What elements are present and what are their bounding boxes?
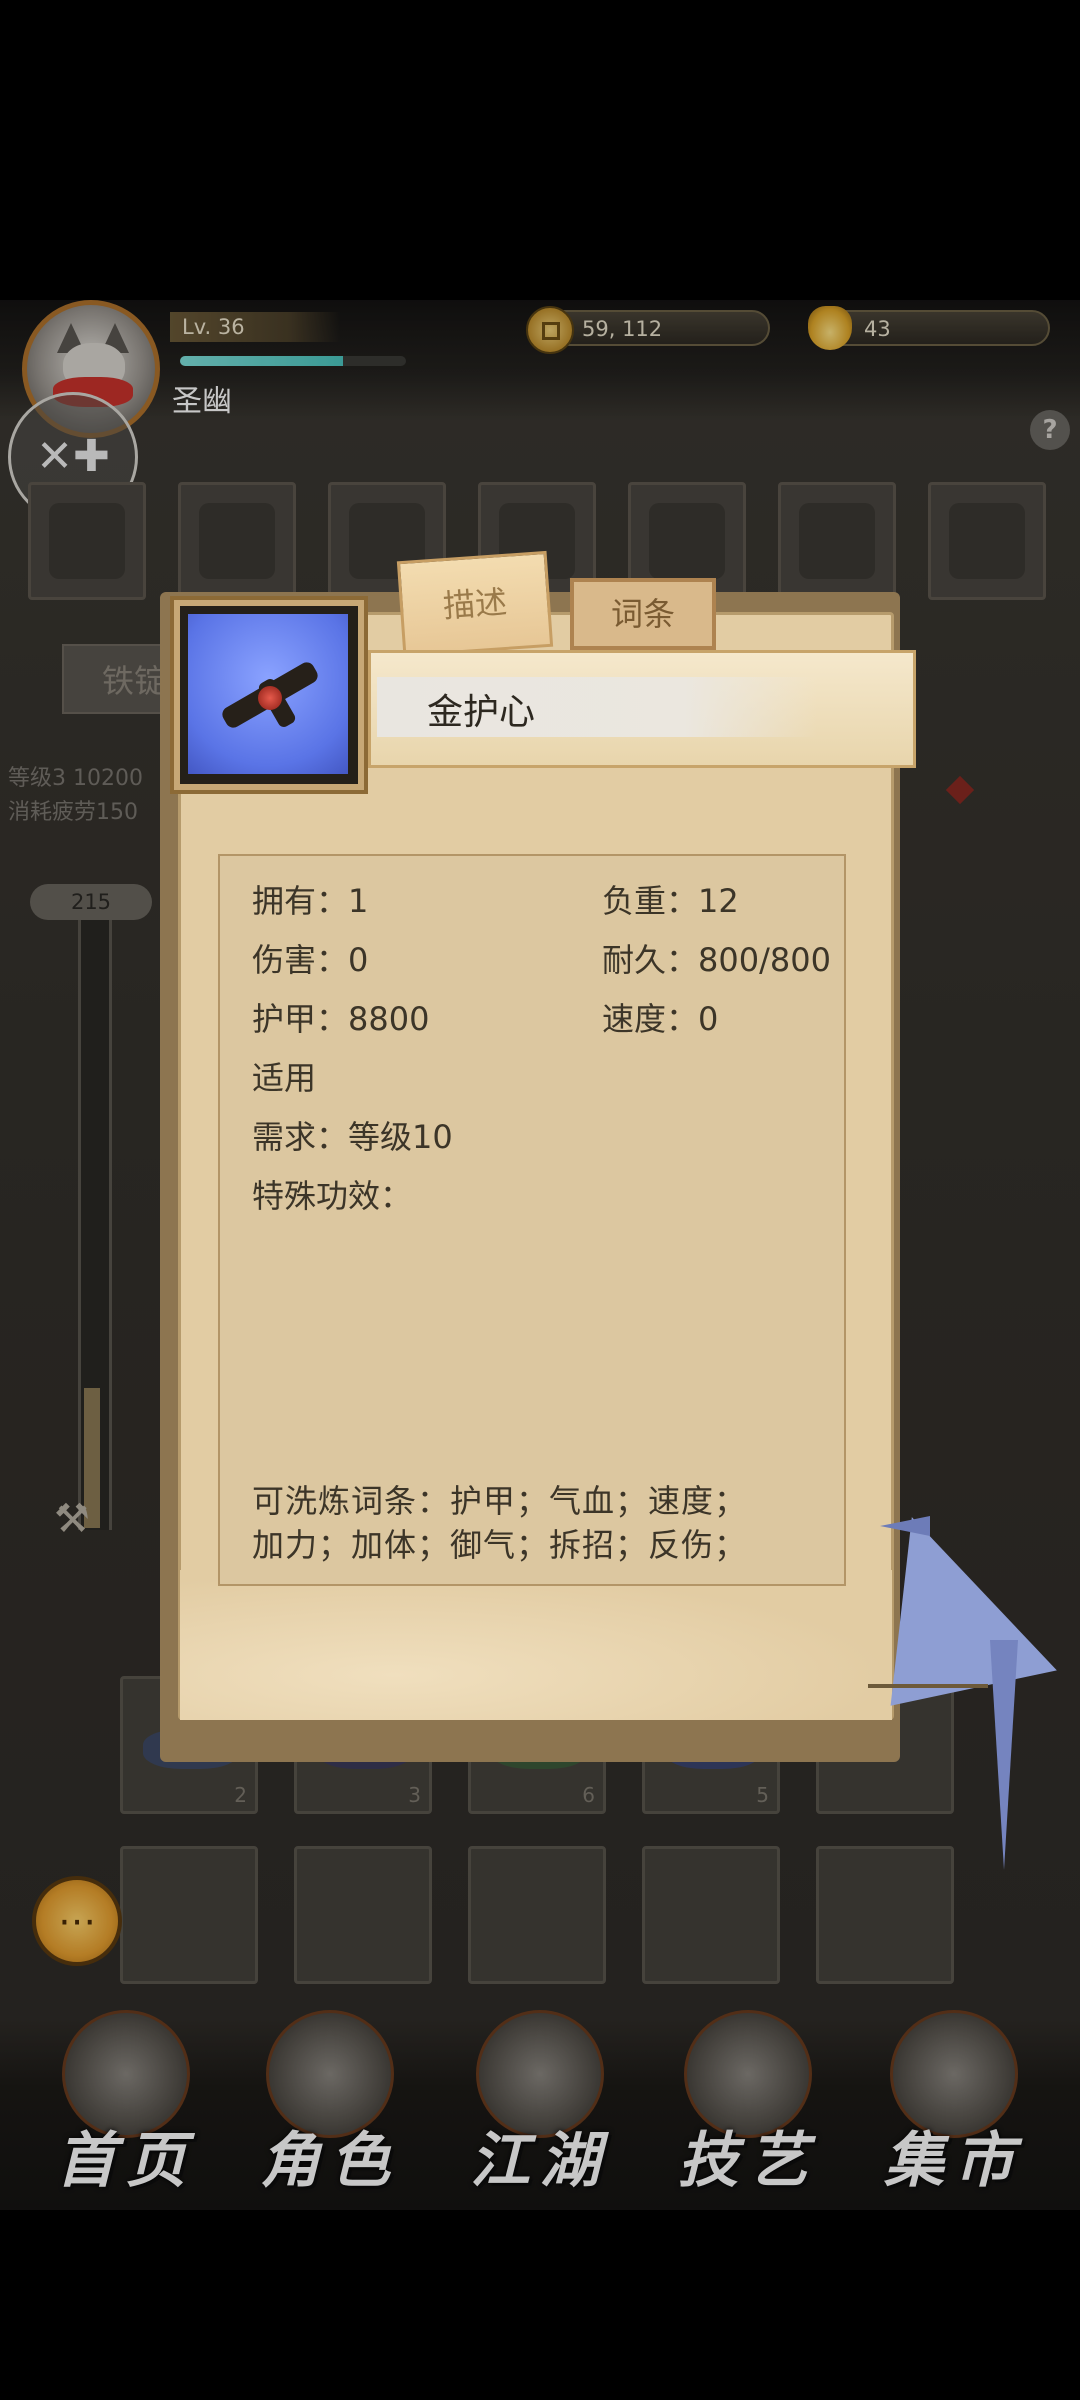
crane-perch — [868, 1684, 988, 1688]
item-name-bar: 金护心 — [368, 650, 916, 768]
item-name: 金护心 — [427, 692, 536, 733]
stat-durability: 耐久：800/800 — [602, 941, 831, 979]
cloud-decoration — [180, 1570, 892, 1720]
tab-description[interactable]: 描述 — [396, 550, 554, 658]
stat-damage: 伤害：0 — [252, 941, 369, 979]
tab-entries[interactable]: 词条 — [570, 578, 716, 650]
stat-requirement: 需求：等级10 — [252, 1118, 453, 1156]
item-stats-panel: 拥有：1 负重：12 伤害：0 耐久：800/800 护甲：8800 速度：0 … — [218, 854, 846, 1586]
reroll-entries-line2: 加力；加体；御气；拆招；反伤； — [252, 1526, 748, 1564]
reroll-entries-line1: 可洗炼词条：护甲；气血；速度； — [252, 1482, 748, 1520]
stat-special-effect: 特殊功效： — [252, 1177, 413, 1215]
stat-owned: 拥有：1 — [252, 882, 369, 920]
item-icon — [180, 606, 358, 784]
stat-applicable: 适用 — [252, 1059, 317, 1097]
stat-speed: 速度：0 — [602, 1000, 719, 1038]
stat-weight: 负重：12 — [602, 882, 739, 920]
stat-armor: 护甲：8800 — [252, 1000, 430, 1038]
paper-crane-tail — [990, 1640, 1018, 1870]
paper-crane-head — [880, 1516, 930, 1536]
